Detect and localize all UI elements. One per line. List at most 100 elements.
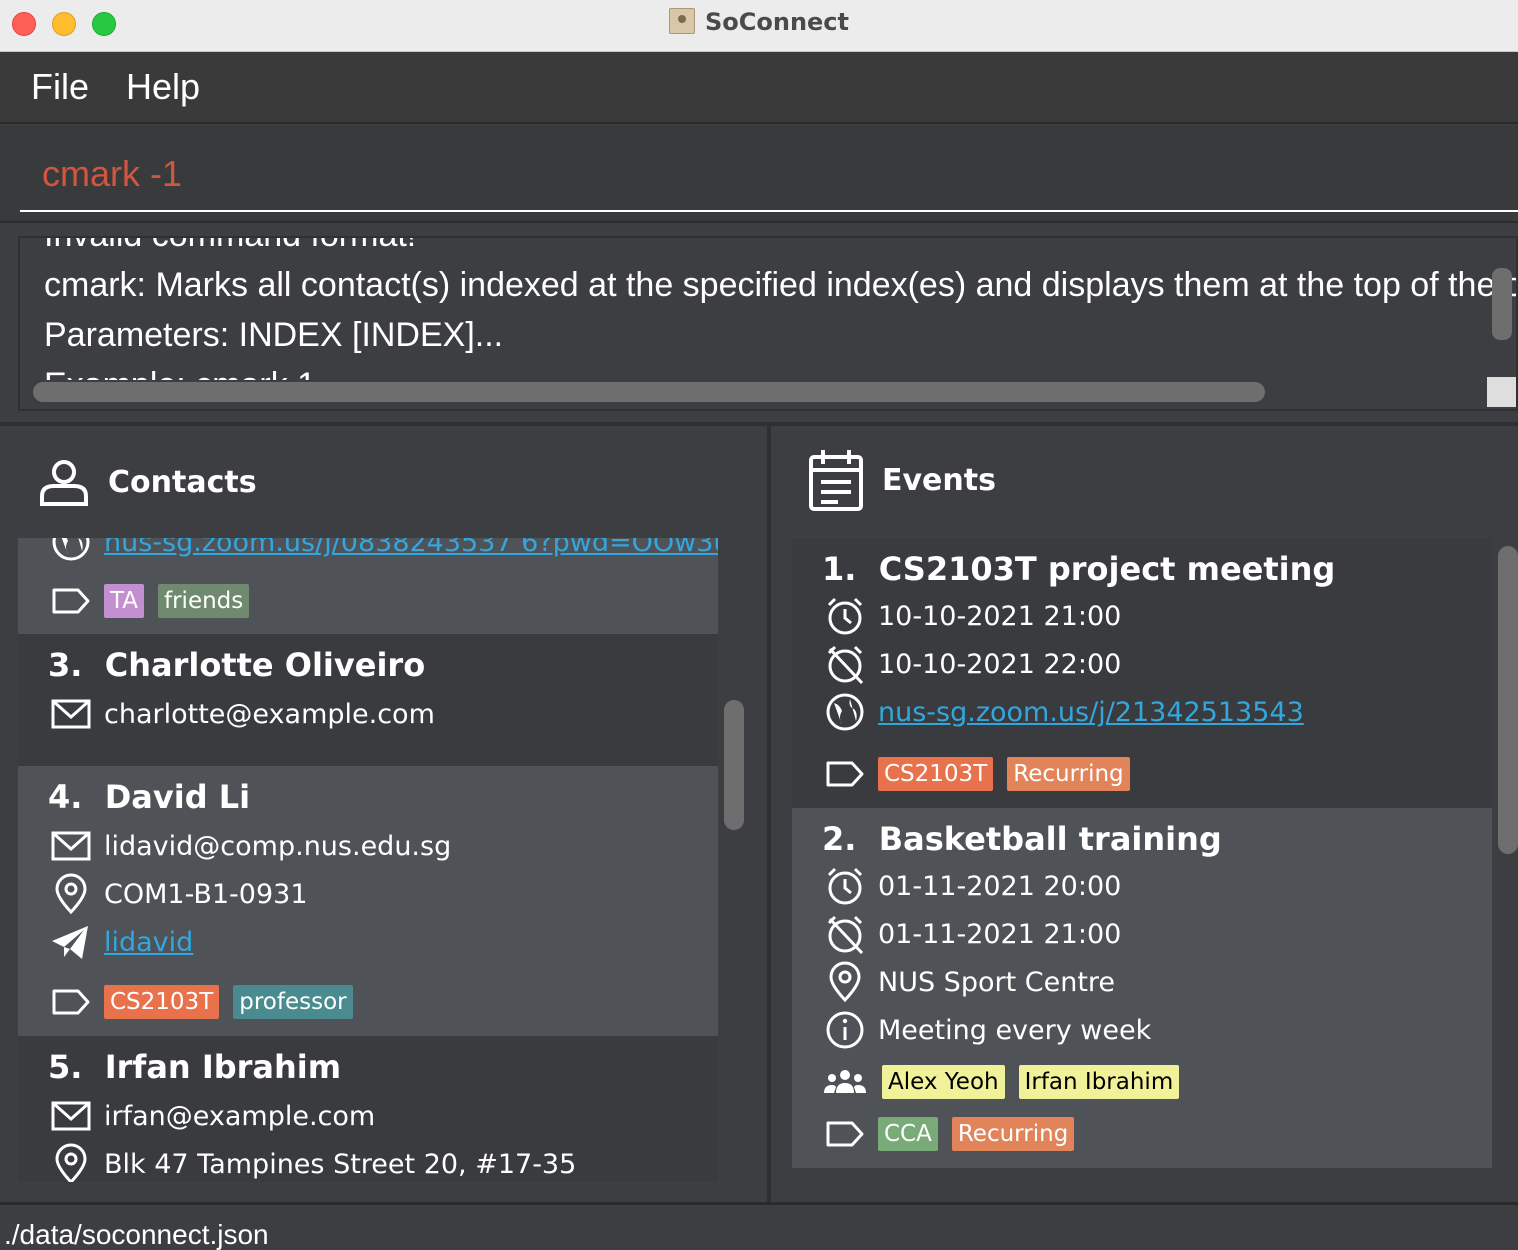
result-display[interactable]: Invalid command format! cmark: Marks all…	[18, 236, 1518, 411]
info-icon	[826, 1011, 864, 1049]
result-horizontal-scrollbar[interactable]	[33, 382, 1265, 402]
contact-tags-row: TA friends	[50, 581, 263, 621]
contact-address-row: Blk 47 Tampines Street 20, #17-35	[50, 1143, 577, 1182]
event-zoom-row: nus-sg.zoom.us/j/21342513543	[824, 692, 1304, 732]
event-start-row: 01-11-2021 20:00	[824, 866, 1121, 906]
contact-address: Blk 47 Tampines Street 20, #17-35	[104, 1148, 577, 1180]
result-line: Parameters: INDEX [INDEX]...	[44, 316, 504, 354]
event-card[interactable]: 2. Basketball training 01-11-2021 20:00 …	[792, 808, 1492, 1168]
event-description: Meeting every week	[878, 1014, 1152, 1046]
contact-zoom-row: nus-sg.zoom.us/j/0838243537 6?pwd=OOw3u9…	[50, 538, 718, 562]
contact-email-row: charlotte@example.com	[50, 694, 435, 734]
event-end-time: 10-10-2021 22:00	[878, 648, 1122, 680]
contact-index: 5.	[48, 1048, 83, 1086]
event-list-scrollbar[interactable]	[1498, 546, 1518, 854]
event-start-time: 10-10-2021 21:00	[878, 600, 1122, 632]
email-icon	[51, 831, 91, 861]
menu-file[interactable]: File	[31, 66, 89, 108]
status-bar: ./data/soconnect.json	[0, 1202, 1518, 1250]
event-end-row: 01-11-2021 21:00	[824, 914, 1122, 955]
panel-divider	[0, 422, 1518, 426]
participant-tag[interactable]: Alex Yeoh	[882, 1065, 1005, 1099]
contact-email-row: lidavid@comp.nus.edu.sg	[50, 826, 451, 866]
contact-telegram-row: lidavid	[50, 922, 193, 962]
contact-name-text: David Li	[104, 778, 251, 816]
command-box: cmark -1	[0, 125, 1518, 223]
window-title-text: SoConnect	[704, 8, 850, 36]
contact-name: 5. Irfan Ibrahim	[48, 1048, 341, 1086]
save-file-path: ./data/soconnect.json	[4, 1219, 269, 1250]
event-index: 1.	[822, 550, 857, 588]
globe-icon	[826, 693, 864, 731]
event-description-row: Meeting every week	[824, 1010, 1151, 1050]
contact-card[interactable]: 4. David Li lidavid@comp.nus.edu.sg COM1…	[18, 766, 718, 1036]
location-pin-icon	[55, 1143, 87, 1182]
email-icon	[51, 1101, 91, 1131]
menu-help[interactable]: Help	[126, 66, 200, 108]
contact-card[interactable]: 5. Irfan Ibrahim irfan@example.com Blk 4…	[18, 1036, 718, 1182]
event-name-text: Basketball training	[878, 820, 1222, 858]
participant-tag[interactable]: Irfan Ibrahim	[1018, 1065, 1180, 1099]
tag: Recurring	[951, 1117, 1075, 1151]
tag: TA	[104, 584, 144, 618]
alarm-off-icon	[827, 645, 864, 685]
event-address-row: NUS Sport Centre	[824, 961, 1116, 1003]
tag: friends	[158, 584, 250, 618]
event-list[interactable]: 1. CS2103T project meeting 10-10-2021 21…	[792, 538, 1492, 1182]
group-icon	[824, 1070, 866, 1093]
contact-index: 4.	[48, 778, 83, 816]
globe-icon	[52, 538, 90, 561]
contact-email-row: irfan@example.com	[50, 1096, 375, 1136]
contact-email: irfan@example.com	[104, 1100, 376, 1132]
telegram-icon	[52, 926, 88, 959]
contact-address: COM1-B1-0931	[104, 878, 308, 910]
contact-card[interactable]: 3. Charlotte Oliveiro charlotte@example.…	[18, 634, 718, 766]
event-tags-row: CCA Recurring	[824, 1114, 1088, 1154]
alarm-clock-icon	[827, 867, 863, 905]
result-line: cmark: Marks all contact(s) indexed at t…	[44, 266, 1518, 304]
contact-name: 3. Charlotte Oliveiro	[48, 646, 425, 684]
menu-bar: File Help	[0, 52, 1518, 124]
events-title: Events	[882, 462, 996, 498]
contact-index: 3.	[48, 646, 83, 684]
email-icon	[51, 699, 91, 729]
events-header: Events	[808, 448, 996, 512]
location-pin-icon	[55, 873, 87, 915]
contact-address-row: COM1-B1-0931	[50, 873, 308, 915]
contact-list-scrollbar[interactable]	[724, 700, 744, 830]
alarm-clock-icon	[827, 597, 863, 635]
tag: CCA	[878, 1117, 938, 1151]
event-end-time: 01-11-2021 21:00	[878, 918, 1122, 950]
scrollbar-corner	[1487, 377, 1516, 407]
title-bar: SoConnect	[0, 0, 1518, 52]
result-line: Invalid command format!	[44, 238, 416, 255]
event-start-row: 10-10-2021 21:00	[824, 596, 1121, 636]
contact-list[interactable]: nus-sg.zoom.us/j/0838243537 6?pwd=OOw3u9…	[18, 538, 718, 1182]
panel-divider	[767, 426, 771, 1202]
calendar-icon	[809, 450, 863, 511]
contacts-title: Contacts	[108, 464, 257, 500]
contact-name: 4. David Li	[48, 778, 250, 816]
event-name: 1. CS2103T project meeting	[822, 550, 1335, 588]
command-input[interactable]: cmark -1	[20, 125, 1518, 212]
window-title: SoConnect	[0, 8, 1518, 36]
contact-zoom-link[interactable]: nus-sg.zoom.us/j/0838243537 6?pwd=OOw3u9…	[104, 538, 718, 558]
contact-telegram-link[interactable]: lidavid	[104, 927, 193, 958]
event-card[interactable]: 1. CS2103T project meeting 10-10-2021 21…	[792, 538, 1492, 808]
event-name: 2. Basketball training	[822, 820, 1222, 858]
contact-card[interactable]: nus-sg.zoom.us/j/0838243537 6?pwd=OOw3u9…	[18, 538, 718, 634]
tag-icon	[826, 1121, 864, 1147]
event-zoom-link[interactable]: nus-sg.zoom.us/j/21342513543	[878, 697, 1304, 728]
event-address: NUS Sport Centre	[878, 966, 1116, 998]
tag: professor	[233, 985, 353, 1019]
event-end-row: 10-10-2021 22:00	[824, 644, 1122, 685]
app-icon	[668, 8, 695, 34]
alarm-off-icon	[827, 915, 864, 955]
result-vertical-scrollbar[interactable]	[1492, 268, 1512, 340]
event-participants-row: Alex Yeoh Irfan Ibrahim	[820, 1062, 1193, 1102]
contacts-header: Contacts	[38, 456, 257, 508]
contact-tags-row: CS2103T professor	[50, 982, 367, 1022]
contact-email: charlotte@example.com	[104, 698, 435, 730]
command-input-text: cmark -1	[42, 153, 183, 194]
tag-icon	[52, 588, 90, 614]
